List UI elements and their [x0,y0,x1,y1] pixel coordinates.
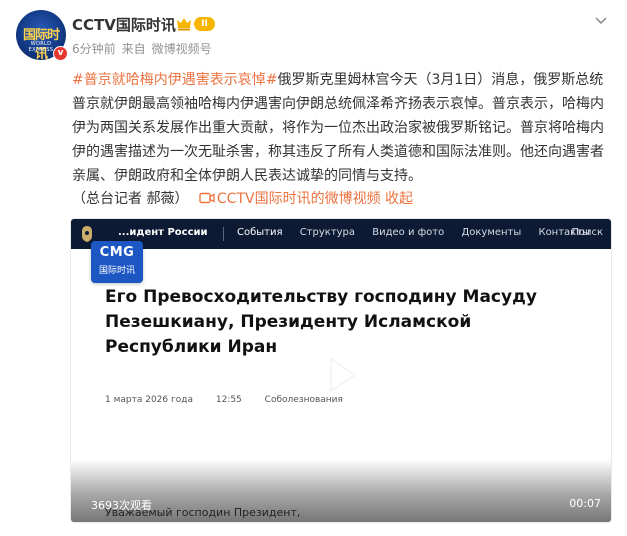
nav-item-documents: Документы [461,227,522,238]
video-duration: 00:07 [569,497,601,510]
document-meta: 1 марта 2026 года 12:55 Соболезнования [105,395,363,405]
nav-item-events: События [237,227,283,238]
topic-link[interactable]: #普京就哈梅内伊遇害表示哀悼# [72,72,277,88]
post-body: #普京就哈梅内伊遇害表示哀悼#俄罗斯克里姆林宫今天（3月1日）消息，俄罗斯总统普… [72,68,612,188]
verified-badge-icon: v [53,46,68,61]
post-time: 6分钟前 [72,42,116,56]
post-text: 俄罗斯克里姆林宫今天（3月1日）消息，俄罗斯总统普京就伊朗最高领袖哈梅内伊遇害向… [72,72,604,184]
video-link-icon [199,192,215,204]
play-icon[interactable] [325,355,359,395]
nav-divider [223,227,224,241]
kremlin-site-navbar: ...идент России События Структура Видео … [71,219,611,249]
nav-site-title: ...идент России [118,227,208,238]
document-date: 1 марта 2026 года [105,395,193,405]
collapse-link[interactable]: 收起 [385,191,413,207]
nav-item-structure: Структура [299,227,356,238]
document-time: 12:55 [215,395,242,405]
nav-menu: События Структура Видео и фото Документы… [237,227,604,238]
view-count: 3693次观看 [91,499,152,512]
nav-search: Поиск [571,227,603,238]
source-prefix: 来自 [121,42,146,56]
document-title: Его Превосходительству господину Масуду … [105,287,537,357]
reporter-credit: （总台记者 郝薇） [72,191,189,207]
author-name[interactable]: CCTV国际时讯 [72,14,176,35]
post-header: 国际时讯 WORLD EXPRESS v CCTV国际时讯 II 6分钟前 来自微… [16,10,611,66]
cmg-logo-text: CMG [99,245,135,260]
post-meta: 6分钟前 来自 微博视频号 [72,40,218,57]
nav-item-video-photo: Видео и фото [372,227,445,238]
document-category: Соболезнования [264,395,343,405]
chevron-down-icon[interactable] [594,16,608,26]
crown-icon [177,18,191,31]
cmg-logo-subtext: 国际时讯 [98,266,135,276]
cmg-logo: CMG 国际时讯 [91,241,143,283]
post-footer-line: （总台记者 郝薇） CCTV国际时讯的微博视频 收起 [72,188,413,210]
level-badge: II [194,17,215,31]
post-source[interactable]: 微博视频号 [152,42,212,56]
video-player[interactable]: ...идент России События Структура Видео … [70,218,612,523]
video-source-link[interactable]: CCTV国际时讯的微博视频 [217,191,381,207]
